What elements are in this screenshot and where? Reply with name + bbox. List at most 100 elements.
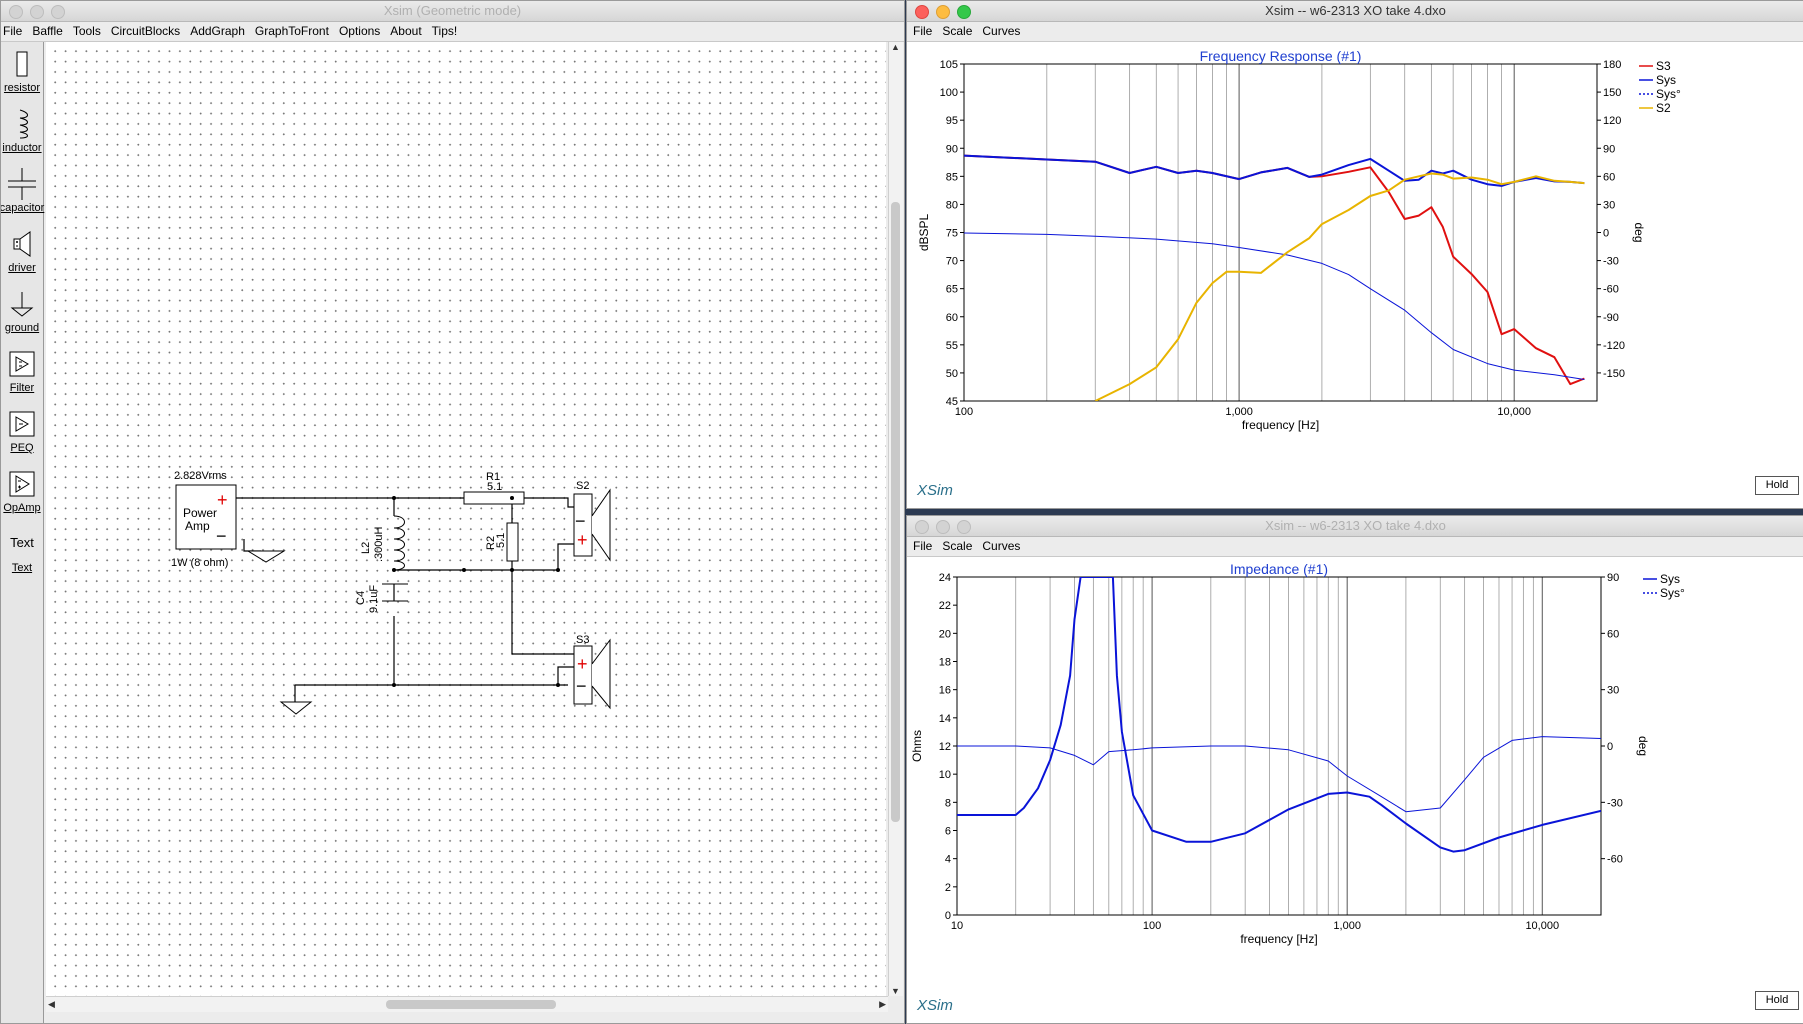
- y-tick-label: 16: [939, 685, 951, 697]
- y2-tick-label: -60: [1603, 284, 1619, 296]
- y2-tick-label: 30: [1603, 199, 1615, 211]
- series-line-s3: [964, 154, 1585, 386]
- palette-peq[interactable]: PEQ: [1, 404, 43, 462]
- window-title: Xsim -- w6-2313 XO take 4.dxo: [1265, 518, 1446, 533]
- scroll-up-icon[interactable]: ▲: [891, 42, 900, 52]
- menu-tools[interactable]: Tools: [68, 22, 106, 41]
- scroll-thumb[interactable]: [386, 1000, 556, 1009]
- menu-addgraph[interactable]: AddGraph: [185, 22, 250, 41]
- y-tick-label: 50: [946, 368, 958, 380]
- palette-opamp[interactable]: OpAmp: [1, 464, 43, 522]
- y-tick-label: 22: [939, 600, 951, 612]
- driver-icon: [13, 231, 31, 257]
- schematic-canvas[interactable]: Power Amp + − 2.828Vrms 1W (8 ohm) R1 5.…: [46, 42, 886, 996]
- y-tick-label: 65: [946, 284, 958, 296]
- legend-label: Sys: [1656, 73, 1676, 87]
- palette-inductor[interactable]: inductor: [1, 104, 43, 162]
- menu-curves[interactable]: Curves: [977, 537, 1025, 556]
- s2-minus: −: [575, 511, 586, 531]
- r1-value: 5.1: [487, 481, 502, 493]
- y2-tick-label: 60: [1607, 628, 1619, 640]
- plot-frame: [963, 63, 1598, 402]
- palette-label: OpAmp: [3, 502, 41, 514]
- y-tick-label: 55: [946, 340, 958, 352]
- menu-curves[interactable]: Curves: [977, 22, 1025, 41]
- chart-title: Frequency Response (#1): [1200, 48, 1362, 64]
- menu-baffle[interactable]: Baffle: [27, 22, 67, 41]
- y-tick-label: 8: [945, 797, 951, 809]
- hold-button[interactable]: Hold: [1755, 991, 1799, 1010]
- imp-titlebar[interactable]: Xsim -- w6-2313 XO take 4.dxo: [907, 516, 1803, 537]
- resistor-r1: R1 5.1: [463, 471, 525, 505]
- menu-about[interactable]: About: [385, 22, 426, 41]
- s3-name: S3: [576, 634, 589, 646]
- driver-s2: − + S2: [573, 480, 611, 562]
- menu-file[interactable]: File: [1, 22, 27, 41]
- y2-tick-label: 150: [1603, 87, 1621, 99]
- palette-resistor[interactable]: resistor: [1, 44, 43, 102]
- scroll-thumb[interactable]: [891, 202, 900, 822]
- y-tick-label: 90: [946, 143, 958, 155]
- x-axis-label: frequency [Hz]: [1242, 418, 1319, 432]
- amp-label-amp: Amp: [185, 519, 210, 533]
- hold-button[interactable]: Hold: [1755, 476, 1799, 495]
- filter-icon: [9, 351, 35, 377]
- x-tick-label: 100: [1143, 920, 1161, 932]
- impedance-window: Xsim -- w6-2313 XO take 4.dxo File Scale C…: [906, 515, 1803, 1024]
- freq-titlebar[interactable]: Xsim -- w6-2313 XO take 4.dxo: [907, 1, 1803, 22]
- menu-circuitblocks[interactable]: CircuitBlocks: [106, 22, 185, 41]
- palette-ground[interactable]: ground: [1, 284, 43, 342]
- frequency-response-window: Xsim -- w6-2313 XO take 4.dxo File Scale C…: [906, 0, 1803, 509]
- menu-graphtofront[interactable]: GraphToFront: [250, 22, 334, 41]
- y-tick-label: 80: [946, 199, 958, 211]
- y-tick-label: 70: [946, 256, 958, 268]
- circuit-drawing: Power Amp + − 2.828Vrms 1W (8 ohm) R1 5.…: [171, 470, 611, 715]
- impedance-chart[interactable]: Impedance (#1)024681012141618202224 90603…: [907, 557, 1803, 1023]
- scroll-left-icon[interactable]: ◀: [48, 999, 55, 1010]
- palette-capacitor[interactable]: capacitor: [1, 164, 44, 222]
- y2-tick-label: 0: [1607, 741, 1613, 753]
- scroll-right-icon[interactable]: ▶: [879, 999, 886, 1010]
- series-line-s2: [1094, 172, 1585, 401]
- menu-tips[interactable]: Tips!: [427, 22, 463, 41]
- vertical-scrollbar[interactable]: ▲ ▼: [888, 42, 903, 996]
- y-axis-label: Ohms: [910, 730, 924, 762]
- inductor-icon: [19, 109, 28, 139]
- s2-plus: +: [577, 530, 588, 550]
- y-tick-label: 2: [945, 882, 951, 894]
- y-tick-label: 6: [945, 826, 951, 838]
- y2-axis-label: deg: [1636, 736, 1650, 756]
- palette-label: ground: [4, 322, 40, 334]
- x-axis-label: frequency [Hz]: [1240, 932, 1317, 946]
- palette-filter[interactable]: Filter: [1, 344, 43, 402]
- y2-tick-label: 90: [1607, 572, 1619, 584]
- plus-sign: +: [217, 490, 228, 510]
- c4-name: C4: [355, 591, 367, 605]
- imp-menubar: File Scale Curves: [907, 537, 1803, 557]
- s3-minus: −: [576, 676, 587, 696]
- menu-scale[interactable]: Scale: [937, 537, 977, 556]
- y2-tick-label: -90: [1603, 312, 1619, 324]
- scroll-down-icon[interactable]: ▼: [891, 986, 900, 996]
- legend-label: S2: [1656, 101, 1671, 115]
- palette-driver[interactable]: driver: [1, 224, 43, 282]
- horizontal-scrollbar[interactable]: ◀ ▶: [46, 996, 888, 1012]
- y-tick-label: 75: [946, 228, 958, 240]
- menu-file[interactable]: File: [907, 537, 937, 556]
- frequency-response-chart[interactable]: Frequency Response (#1)45505560657075808…: [907, 42, 1803, 508]
- s2-name: S2: [576, 480, 589, 492]
- schematic-titlebar[interactable]: Xsim (Geometric mode): [1, 1, 904, 22]
- freq-menubar: File Scale Curves: [907, 22, 1803, 42]
- menu-options[interactable]: Options: [334, 22, 385, 41]
- l2-name: L2: [360, 542, 372, 554]
- window-title: Xsim -- w6-2313 XO take 4.dxo: [1265, 3, 1446, 18]
- imp-graph-area: Impedance (#1) 0 2 4 6 8 10 12 14 16 18 20 22 24 90 60 3…: [907, 557, 1803, 1023]
- menu-scale[interactable]: Scale: [937, 22, 977, 41]
- capacitor-c4: C4 9.1uF: [355, 583, 408, 613]
- freq-graph-area: Frequency Response (#1) 45 50 55 60 65 70 75 80 8…: [907, 42, 1803, 508]
- y2-tick-label: 30: [1607, 685, 1619, 697]
- menu-file[interactable]: File: [907, 22, 937, 41]
- series-line-sys: [957, 577, 1601, 853]
- y2-tick-label: -150: [1603, 368, 1625, 380]
- palette-text[interactable]: Text Text: [1, 524, 43, 582]
